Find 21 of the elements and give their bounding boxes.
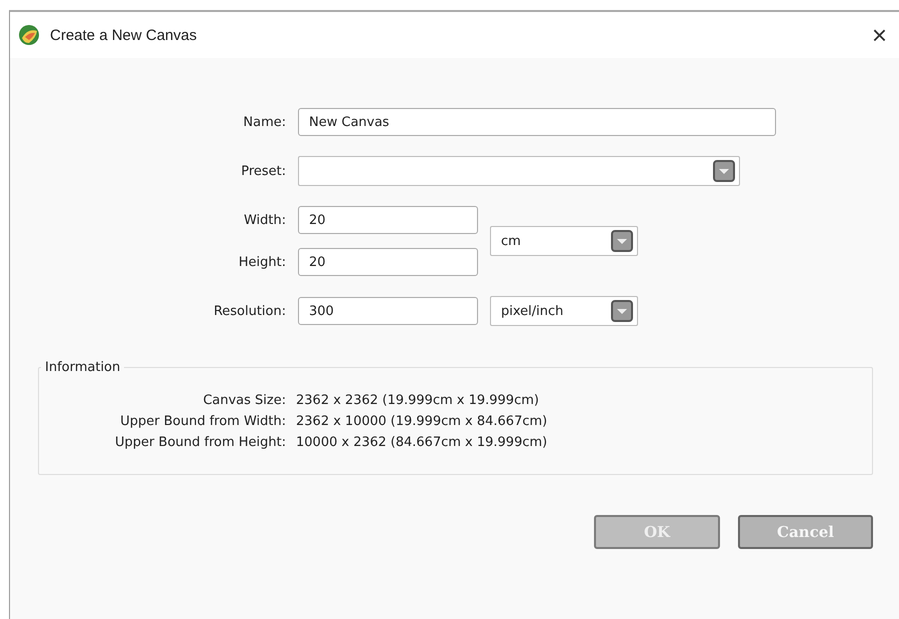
info-label: Upper Bound from Height: [114, 435, 286, 450]
height-field[interactable]: 20 [298, 248, 478, 276]
info-label: Canvas Size: [202, 393, 286, 408]
name-field[interactable]: New Canvas [298, 108, 776, 136]
field-label: Preset: [240, 164, 286, 178]
info-label: Upper Bound from Width: [119, 414, 286, 429]
app-logo-icon [18, 24, 40, 46]
window-title: Create a New Canvas [50, 26, 198, 44]
field-label: Name: [242, 114, 286, 130]
width-field[interactable]: 20 [298, 206, 478, 234]
info-value: 2362 x 10000 (19.999cm x 84.667cm) [296, 414, 548, 429]
unit-dropdown[interactable]: cm [490, 226, 638, 256]
info-value: 10000 x 2362 (84.667cm x 19.999cm) [296, 435, 548, 450]
group-title: Information [44, 360, 122, 375]
resolution-field[interactable]: 300 [298, 297, 478, 325]
field-label: Width: [244, 212, 286, 228]
resolution-unit-dropdown[interactable]: pixel/inch [490, 296, 638, 326]
close-button[interactable]: × [868, 22, 891, 48]
field-label: Resolution: [212, 304, 286, 318]
field-label: Height: [238, 254, 286, 270]
info-value: 2362 x 2362 (19.999cm x 19.999cm) [296, 393, 540, 408]
